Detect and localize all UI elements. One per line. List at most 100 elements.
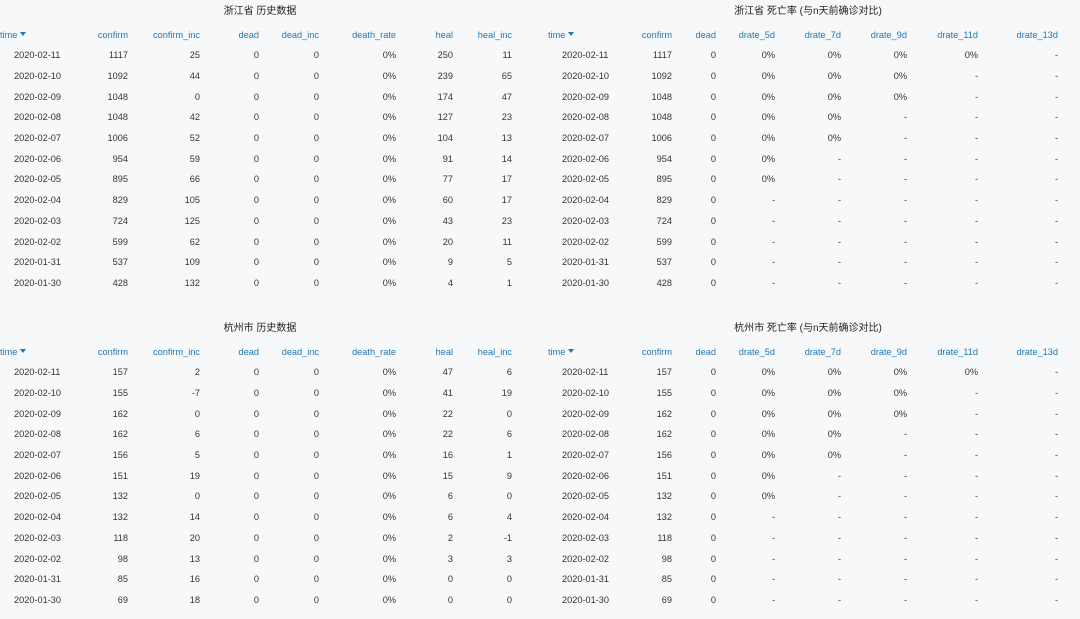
column-header-drate-9d[interactable]: drate_9d (841, 341, 907, 362)
cell-dead: 0 (710, 470, 716, 481)
cell-heal: 239 (437, 71, 453, 82)
cell-drate-9d: 0% (893, 50, 907, 61)
cell-death-rate: 0% (382, 594, 396, 605)
cell-confirm: 85 (117, 574, 128, 585)
table-row: 2020-02-08 1048 42 0 0 0% 127 23 (0, 107, 512, 128)
cell-confirm-inc: 0 (194, 91, 200, 102)
column-header-label: dead_inc (281, 346, 319, 357)
cell-drate-11d: - (974, 195, 978, 206)
column-header-dead-inc[interactable]: dead_inc (259, 341, 319, 362)
column-header-confirm[interactable]: confirm (620, 341, 672, 362)
column-header-drate-5d[interactable]: drate_5d (716, 24, 775, 45)
column-header-drate-5d[interactable]: drate_5d (716, 341, 775, 362)
cell-confirm: 118 (113, 532, 128, 543)
cell-drate-7d: 0% (827, 408, 841, 419)
sort-desc-icon[interactable] (568, 349, 575, 354)
cell-drate-11d: - (974, 491, 978, 502)
table-row: 2020-02-09 162 0 0 0 0% 22 0 (0, 403, 512, 424)
column-header-dead[interactable]: dead (672, 24, 716, 45)
cell-heal: 15 (442, 470, 453, 481)
cell-death-rate: 0% (382, 532, 396, 543)
column-header-time[interactable]: time (0, 341, 70, 362)
cell-heal: 77 (442, 174, 453, 185)
table-row: 2020-02-10 155 -7 0 0 0% 41 19 (0, 383, 512, 404)
column-header-label: time (548, 29, 566, 40)
column-header-label: dead (695, 29, 716, 40)
column-header-dead[interactable]: dead (200, 341, 259, 362)
column-header-death-rate[interactable]: death_rate (319, 341, 396, 362)
cell-drate-9d: 0% (893, 91, 907, 102)
column-header-label: drate_9d (870, 346, 907, 357)
cell-confirm-inc: 109 (184, 257, 200, 268)
table-row: 2020-02-05 895 0 0% - - - - (548, 169, 1058, 190)
cell-drate-11d: - (974, 257, 978, 268)
cell-drate-7d: 0% (827, 112, 841, 123)
column-header-confirm[interactable]: confirm (620, 24, 672, 45)
cell-dead-inc: 0 (313, 512, 319, 523)
column-header-confirm-inc[interactable]: confirm_inc (128, 341, 200, 362)
cell-dead: 0 (253, 71, 259, 82)
cell-confirm: 162 (656, 429, 672, 440)
cell-drate-9d: - (903, 594, 907, 605)
table-row: 2020-01-31 537 109 0 0 0% 9 5 (0, 252, 512, 273)
cell-confirm-inc: 132 (184, 277, 200, 288)
cell-drate-7d: - (837, 174, 841, 185)
cell-confirm: 1117 (652, 50, 672, 61)
cell-confirm: 829 (656, 195, 672, 206)
cell-drate-13d: - (1054, 236, 1058, 247)
column-header-label: drate_7d (804, 29, 841, 40)
column-header-drate-11d[interactable]: drate_11d (907, 341, 978, 362)
column-header-label: death_rate (352, 29, 396, 40)
cell-confirm-inc: 18 (189, 594, 200, 605)
column-header-confirm[interactable]: confirm (70, 24, 128, 45)
table-row: 2020-02-07 156 5 0 0 0% 16 1 (0, 445, 512, 466)
cell-death-rate: 0% (382, 388, 396, 399)
cell-drate-9d: 0% (893, 367, 907, 378)
cell-confirm: 954 (656, 153, 672, 164)
cell-drate-5d: 0% (761, 491, 775, 502)
cell-time: 2020-02-08 (14, 429, 61, 440)
cell-drate-5d: - (771, 532, 775, 543)
column-header-heal[interactable]: heal (396, 341, 453, 362)
cell-confirm: 895 (656, 174, 672, 185)
column-header-label: confirm (641, 29, 672, 40)
cell-heal-inc: 3 (506, 553, 512, 564)
cell-time: 2020-01-31 (14, 574, 61, 585)
sort-desc-icon[interactable] (20, 32, 27, 37)
column-header-dead[interactable]: dead (200, 24, 259, 45)
cell-heal: 20 (442, 236, 453, 247)
cell-dead: 0 (710, 553, 716, 564)
cell-dead-inc: 0 (313, 553, 319, 564)
column-header-dead[interactable]: dead (672, 341, 716, 362)
column-header-heal[interactable]: heal (396, 24, 453, 45)
column-header-heal-inc[interactable]: heal_inc (453, 24, 512, 45)
cell-drate-13d: - (1054, 91, 1058, 102)
cell-drate-9d: - (903, 470, 907, 481)
column-header-time[interactable]: time (548, 341, 620, 362)
cell-dead: 0 (253, 133, 259, 144)
cell-dead-inc: 0 (313, 153, 319, 164)
column-header-dead-inc[interactable]: dead_inc (259, 24, 319, 45)
cell-drate-5d: - (771, 594, 775, 605)
column-header-drate-7d[interactable]: drate_7d (775, 341, 841, 362)
column-header-time[interactable]: time (0, 24, 70, 45)
column-header-drate-7d[interactable]: drate_7d (775, 24, 841, 45)
cell-heal: 0 (447, 594, 453, 605)
column-header-drate-11d[interactable]: drate_11d (907, 24, 978, 45)
column-header-time[interactable]: time (548, 24, 620, 45)
cell-drate-9d: 0% (893, 388, 907, 399)
sort-desc-icon[interactable] (568, 32, 575, 37)
cell-dead: 0 (710, 408, 716, 419)
column-header-drate-13d[interactable]: drate_13d (978, 341, 1058, 362)
table-body: 2020-02-11 157 0 0% 0% 0% 0% - 2020-02-10 155 0 0% 0… (548, 362, 1058, 610)
column-header-heal-inc[interactable]: heal_inc (453, 341, 512, 362)
cell-drate-5d: 0% (761, 153, 775, 164)
cell-drate-9d: - (903, 491, 907, 502)
column-header-drate-13d[interactable]: drate_13d (978, 24, 1058, 45)
column-header-drate-9d[interactable]: drate_9d (841, 24, 907, 45)
column-header-confirm[interactable]: confirm (70, 341, 128, 362)
column-header-death-rate[interactable]: death_rate (319, 24, 396, 45)
cell-heal: 0 (447, 574, 453, 585)
sort-desc-icon[interactable] (20, 349, 27, 354)
column-header-confirm-inc[interactable]: confirm_inc (128, 24, 200, 45)
